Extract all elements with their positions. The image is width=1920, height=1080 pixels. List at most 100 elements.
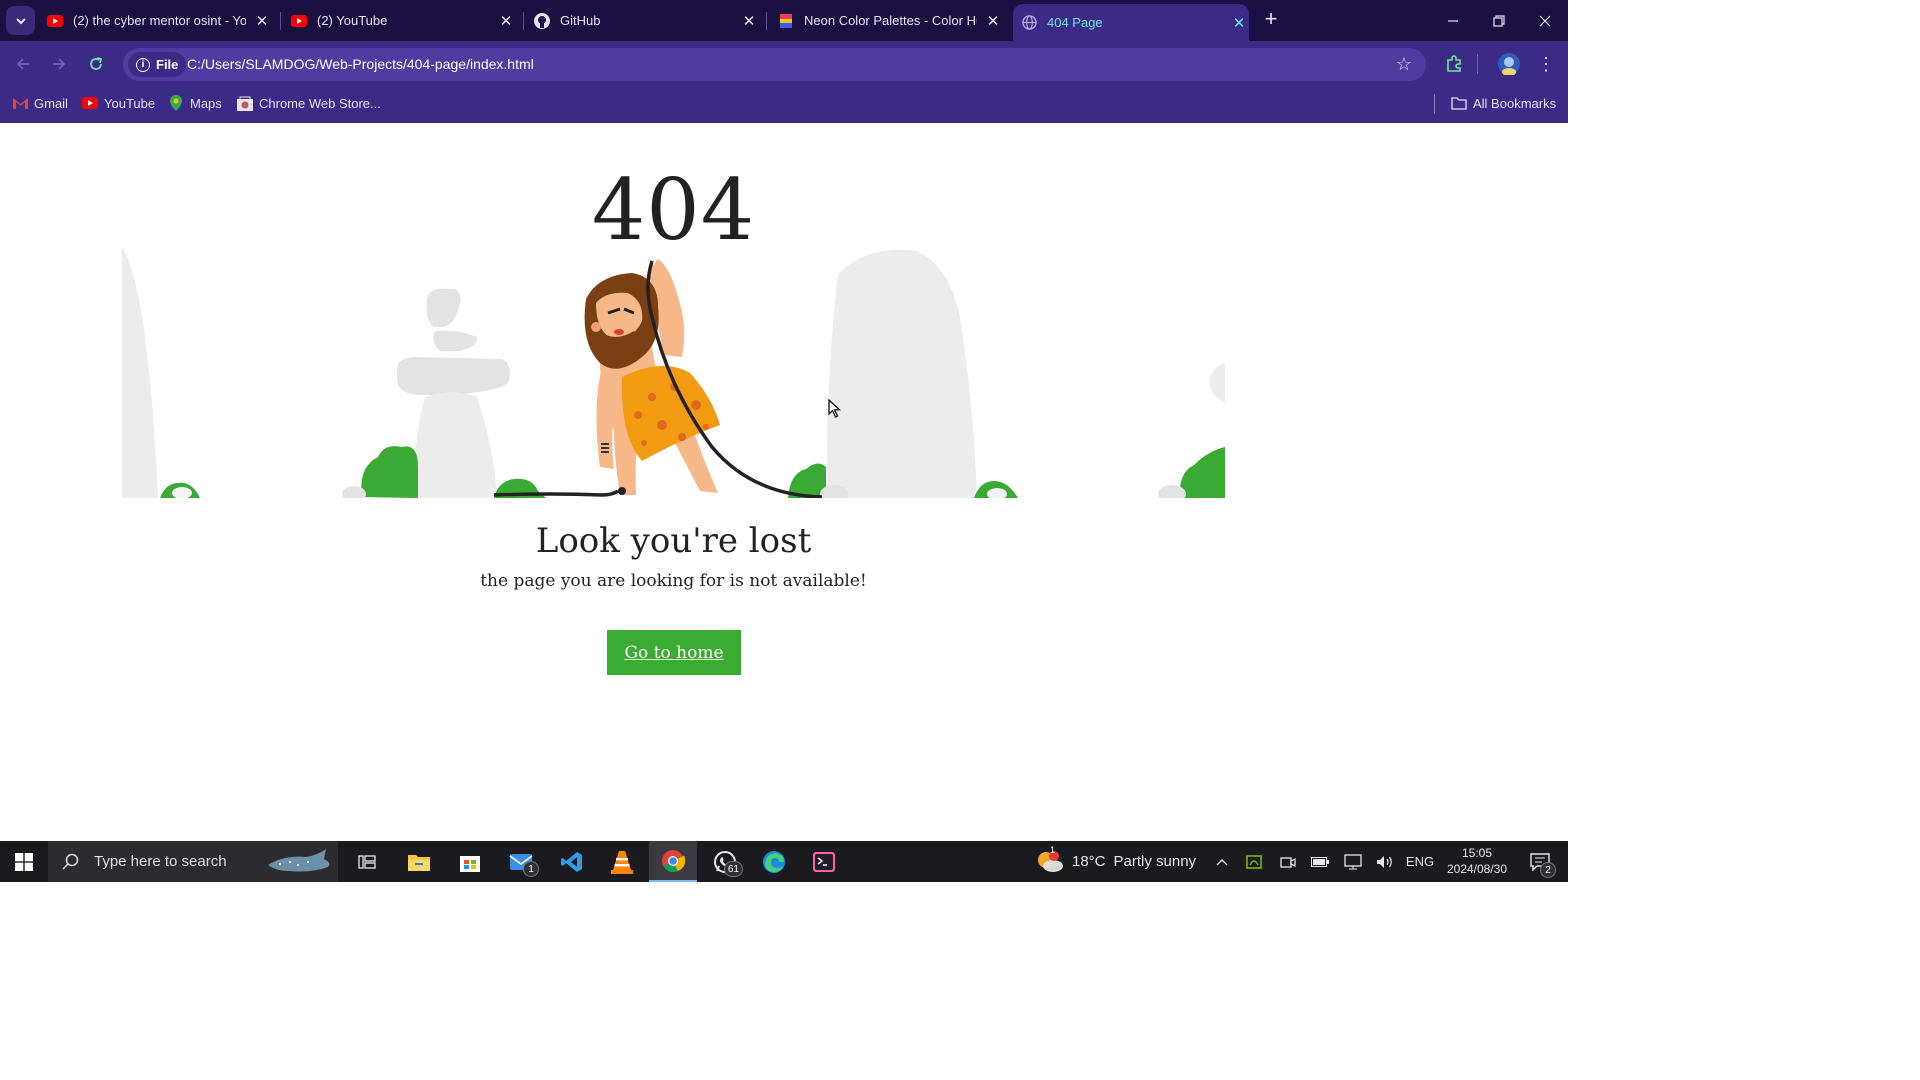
system-clock[interactable]: 15:05 2024/08/30 — [1442, 845, 1512, 877]
bookmarks-separator — [1434, 94, 1435, 114]
kebab-menu-icon: ⋮ — [1537, 53, 1555, 74]
arrow-left-icon — [16, 58, 29, 70]
tray-camera-icon[interactable] — [1276, 841, 1300, 882]
bookmark-gmail[interactable]: Gmail — [12, 95, 68, 111]
windows-taskbar: Type here to search 1 61 1 18°C Partly s… — [0, 841, 1568, 882]
mail-button[interactable]: 1 — [497, 841, 545, 882]
tab-separator — [766, 12, 767, 30]
globe-icon — [1021, 15, 1037, 31]
all-bookmarks-label: All Bookmarks — [1473, 95, 1557, 111]
chevron-down-icon — [15, 17, 26, 24]
tab-title: (2) YouTube — [317, 13, 388, 28]
vscode-button[interactable] — [548, 841, 596, 882]
language-indicator[interactable]: ENG — [1404, 841, 1436, 882]
network-icon — [1344, 853, 1362, 869]
tray-app-icon[interactable] — [1242, 841, 1266, 882]
volume-control[interactable] — [1373, 841, 1397, 882]
tab-strip: (2) the cyber mentor osint - You ✕ (2) Y… — [0, 0, 1568, 41]
close-icon[interactable]: ✕ — [983, 11, 1003, 31]
info-icon: i — [136, 57, 150, 72]
back-button[interactable] — [10, 51, 36, 77]
tab-github[interactable]: GitHub ✕ — [534, 0, 759, 41]
puzzle-icon — [1447, 55, 1461, 72]
youtube-icon — [47, 13, 63, 29]
url-text[interactable]: C:/Users/SLAMDOG/Web-Projects/404-page/i… — [187, 56, 534, 72]
bookmark-maps[interactable]: Maps — [168, 95, 222, 111]
close-icon[interactable]: ✕ — [1229, 13, 1249, 33]
bookmark-youtube[interactable]: YouTube — [82, 95, 155, 111]
close-window-button[interactable] — [1522, 0, 1568, 41]
microsoft-store-button[interactable] — [446, 841, 494, 882]
tab-title: 404 Page — [1047, 15, 1103, 30]
clock-time: 15:05 — [1461, 846, 1493, 860]
tab-youtube[interactable]: (2) YouTube ✕ — [291, 0, 516, 41]
mail-badge: 1 — [523, 861, 539, 877]
menu-button[interactable]: ⋮ — [1533, 51, 1559, 77]
weather-alert-count: 1 — [1050, 845, 1056, 855]
terminal-button[interactable] — [800, 841, 848, 882]
task-view-button[interactable] — [343, 841, 391, 882]
caveman-illustration — [122, 247, 1225, 498]
toolbar-divider — [1477, 54, 1478, 74]
show-hidden-icons-button[interactable] — [1210, 841, 1234, 882]
close-icon[interactable]: ✕ — [496, 11, 516, 31]
whale-shark-icon — [268, 849, 330, 872]
speaker-icon — [1377, 855, 1392, 868]
clock-date: 2024/08/30 — [1446, 862, 1508, 876]
go-to-home-button[interactable]: Go to home — [607, 630, 741, 675]
gmail-icon — [12, 95, 28, 111]
tab-cyber-mentor[interactable]: (2) the cyber mentor osint - You ✕ — [47, 0, 272, 41]
minimize-button[interactable] — [1430, 0, 1476, 41]
site-info-chip[interactable]: i File — [128, 52, 187, 77]
search-icon — [62, 853, 79, 870]
tab-separator — [523, 12, 524, 30]
tab-color-hunt[interactable]: Neon Color Palettes - Color Hun ✕ — [778, 0, 1003, 41]
all-bookmarks-button[interactable]: All Bookmarks — [1451, 95, 1556, 111]
restore-button[interactable] — [1476, 0, 1522, 41]
edge-icon — [763, 850, 785, 873]
whatsapp-badge: 61 — [723, 861, 743, 877]
bookmark-chrome-web-store[interactable]: Chrome Web Store... — [237, 95, 381, 111]
notification-badge: 2 — [1540, 862, 1556, 878]
whatsapp-button[interactable]: 61 — [701, 841, 749, 882]
lost-heading: Look you're lost — [535, 521, 812, 561]
folder-icon — [408, 854, 430, 871]
close-icon[interactable]: ✕ — [739, 11, 759, 31]
notification-center-button[interactable]: 2 — [1520, 841, 1560, 882]
chevron-up-icon — [1216, 858, 1228, 865]
new-tab-button[interactable]: + — [1259, 8, 1283, 32]
start-button[interactable] — [0, 841, 48, 882]
folder-icon — [1451, 95, 1467, 111]
github-icon — [534, 12, 550, 29]
store-icon — [460, 855, 480, 872]
tab-404-page[interactable]: 404 Page ✕ — [1013, 4, 1249, 41]
extensions-button[interactable] — [1441, 51, 1467, 77]
scheme-label: File — [156, 57, 179, 72]
file-explorer-button[interactable] — [395, 841, 443, 882]
vlc-button[interactable] — [598, 841, 646, 882]
arrow-right-icon — [53, 58, 66, 70]
forward-button[interactable] — [46, 51, 72, 77]
taskbar-search-box[interactable]: Type here to search — [48, 841, 338, 882]
bookmark-label: Maps — [190, 95, 222, 111]
address-bar[interactable]: i File C:/Users/SLAMDOG/Web-Projects/404… — [123, 48, 1426, 81]
reload-icon — [90, 57, 103, 70]
tab-title: GitHub — [560, 13, 601, 28]
bookmark-star-icon[interactable]: ☆ — [1396, 54, 1412, 75]
tab-title: Neon Color Palettes - Color Hun — [804, 13, 977, 28]
error-code-heading: 404 — [591, 161, 756, 259]
chrome-button[interactable] — [649, 841, 697, 882]
terminal-icon — [813, 851, 835, 872]
network-indicator[interactable] — [1341, 841, 1365, 882]
battery-indicator[interactable] — [1308, 841, 1332, 882]
youtube-icon — [291, 13, 307, 29]
nvidia-icon — [1246, 854, 1262, 869]
close-icon[interactable]: ✕ — [252, 11, 272, 31]
profile-avatar[interactable] — [1496, 51, 1522, 77]
windows-logo-icon — [15, 852, 33, 871]
edge-button[interactable] — [750, 841, 798, 882]
tab-search-button[interactable] — [6, 6, 35, 35]
weather-widget[interactable]: 1 18°C Partly sunny — [1036, 841, 1196, 882]
reload-button[interactable] — [83, 51, 109, 77]
bookmark-label: Gmail — [34, 95, 68, 111]
